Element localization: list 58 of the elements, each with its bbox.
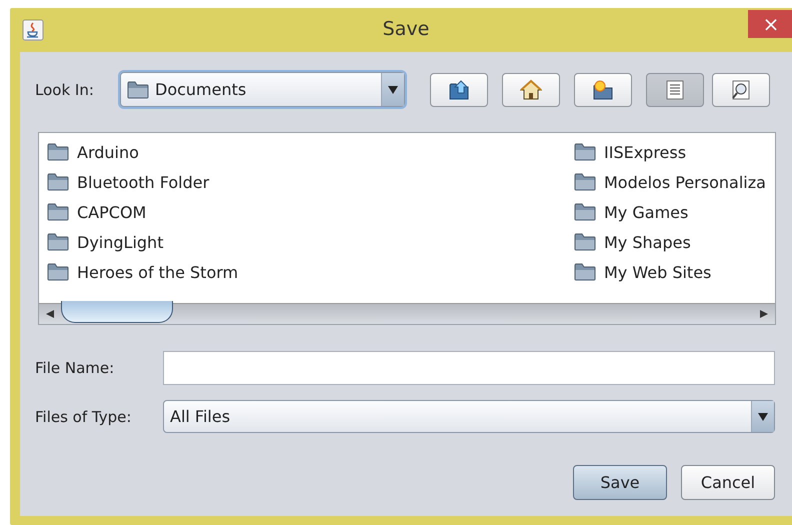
folder-item[interactable]: Modelos Personaliza [574,167,775,197]
dropdown-arrow-icon [388,86,398,94]
folder-icon [574,203,596,221]
folder-item[interactable]: My Shapes [574,227,775,257]
folder-icon [127,80,149,98]
list-view-icon [666,80,684,99]
folder-name: CAPCOM [77,202,146,222]
look-in-label: Look In: [35,80,95,98]
file-name-field[interactable] [163,351,775,385]
folder-icon [574,143,596,161]
folder-item[interactable]: Arduino [47,137,574,167]
folder-name: IISExpress [604,142,686,162]
dialog-button[interactable]: Cancel [681,465,775,500]
scroll-left-icon [46,310,54,318]
toolbar-button[interactable] [430,72,488,106]
folder-name: Arduino [77,142,139,162]
folder-name: Modelos Personaliza [604,172,766,192]
folder-name: Heroes of the Storm [77,262,238,282]
folder-item[interactable]: Heroes of the Storm [47,257,574,287]
details-view-icon [732,80,750,99]
horizontal-scrollbar[interactable] [39,303,775,324]
folder-item[interactable]: My Games [574,197,775,227]
new-folder-icon [594,80,612,99]
folder-icon [47,143,69,161]
toolbar-button[interactable] [502,72,560,106]
folder-item[interactable]: DyingLight [47,227,574,257]
folder-icon [574,173,596,191]
toolbar-button[interactable] [712,72,770,106]
file-name-label: File Name: [35,359,116,377]
folder-item[interactable]: IISExpress [574,137,775,167]
folder-icon [574,233,596,251]
toolbar-button[interactable] [646,72,704,106]
folder-item[interactable]: Bluetooth Folder [47,167,574,197]
folder-name: DyingLight [77,232,164,252]
toolbar-button[interactable] [574,72,632,106]
dialog-button[interactable]: Save [573,465,667,500]
folder-name: My Games [604,202,688,222]
files-of-type-label: Files of Type: [35,408,132,426]
folder-name: My Web Sites [604,262,712,282]
folder-icon [47,173,69,191]
folder-icon [47,203,69,221]
folder-item[interactable]: My Web Sites [574,257,775,287]
home-icon [520,79,542,99]
folder-icon [47,263,69,281]
scrollbar-thumb[interactable] [61,301,173,323]
folder-icon [47,233,69,251]
files-of-type-dropdown[interactable]: All Files [163,400,775,433]
folder-item[interactable]: CAPCOM [47,197,574,227]
java-cup-icon [22,19,44,41]
window-title: Save [382,18,430,40]
look-in-dropdown[interactable]: Documents [120,72,405,107]
scroll-right-icon [760,310,768,318]
folder-up-icon [450,80,468,99]
folder-name: My Shapes [604,232,691,252]
close-button[interactable]: × [748,10,792,38]
dropdown-arrow-icon [758,412,768,420]
folder-icon [574,263,596,281]
folder-name: Bluetooth Folder [77,172,210,192]
